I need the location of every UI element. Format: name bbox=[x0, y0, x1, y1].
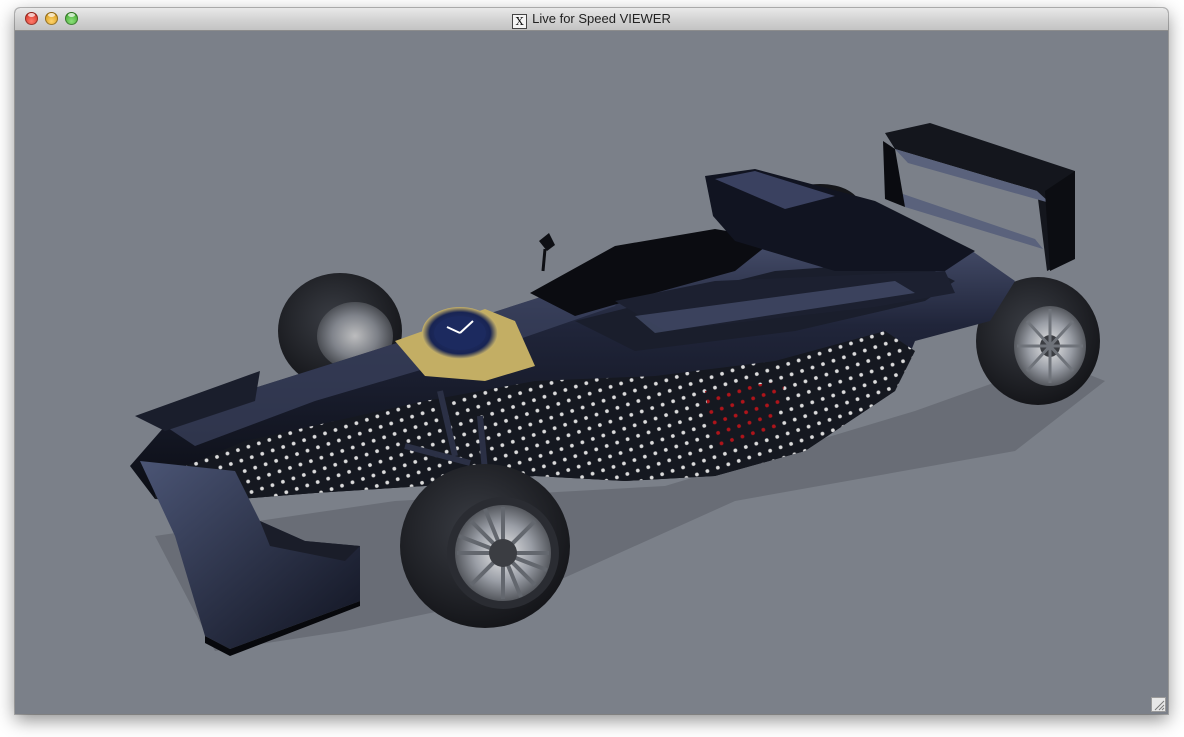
mirror bbox=[539, 233, 555, 272]
car-render bbox=[130, 123, 1105, 656]
x11-icon: X bbox=[512, 14, 528, 29]
window-title-group: X Live for Speed VIEWER bbox=[15, 11, 1168, 29]
3d-viewport[interactable] bbox=[15, 31, 1168, 714]
title-bar[interactable]: X Live for Speed VIEWER bbox=[15, 8, 1168, 31]
window-title: Live for Speed VIEWER bbox=[532, 11, 671, 26]
front-right-wheel bbox=[400, 464, 570, 628]
resize-grip-icon[interactable] bbox=[1151, 697, 1166, 712]
app-window: X Live for Speed VIEWER bbox=[15, 8, 1168, 714]
